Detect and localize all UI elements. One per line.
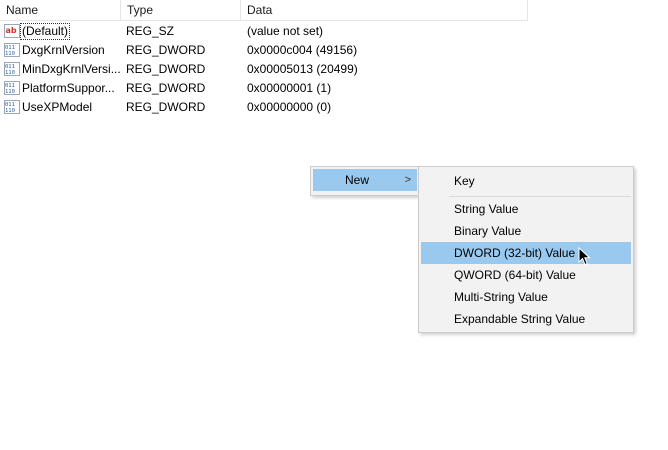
menu-item-key[interactable]: Key — [421, 170, 631, 192]
binary-value-icon: 011 110 — [4, 81, 20, 95]
value-name: PlatformSuppor... — [22, 81, 115, 95]
menu-item-string-value[interactable]: String Value — [421, 198, 631, 220]
value-type: REG_DWORD — [126, 100, 206, 114]
binary-value-icon: 011 110 — [4, 43, 20, 57]
table-row[interactable]: ab (Default) REG_SZ (value not set) — [0, 22, 528, 41]
menu-separator — [449, 196, 631, 197]
value-name: DxgKrnlVersion — [22, 43, 105, 57]
svg-text:110: 110 — [5, 89, 15, 95]
mouse-pointer-icon — [578, 247, 591, 266]
menu-item-multi-string-value[interactable]: Multi-String Value — [421, 286, 631, 308]
registry-values-list: ab (Default) REG_SZ (value not set) 011 … — [0, 22, 528, 117]
value-data: 0x00000001 (1) — [247, 81, 332, 95]
menu-item-binary-value[interactable]: Binary Value — [421, 220, 631, 242]
column-header-type[interactable]: Type — [121, 0, 241, 20]
svg-text:110: 110 — [5, 70, 15, 76]
table-row[interactable]: 011 110 UseXPModel REG_DWORD 0x00000000 … — [0, 98, 528, 117]
string-value-icon: ab — [4, 24, 20, 38]
value-name: MinDxgKrnlVersi... — [22, 62, 120, 76]
chevron-right-icon: > — [404, 174, 411, 186]
value-data: 0x0000c004 (49156) — [247, 43, 358, 57]
value-type: REG_DWORD — [126, 81, 206, 95]
column-header-name[interactable]: Name — [0, 0, 121, 20]
value-type: REG_DWORD — [126, 62, 206, 76]
binary-value-icon: 011 110 — [4, 100, 20, 114]
value-name: UseXPModel — [22, 100, 93, 114]
value-data: 0x00000000 (0) — [247, 100, 332, 114]
table-row[interactable]: 011 110 DxgKrnlVersion REG_DWORD 0x0000c… — [0, 41, 528, 60]
svg-text:ab: ab — [6, 26, 17, 35]
value-data: (value not set) — [247, 24, 324, 38]
column-header-data[interactable]: Data — [241, 0, 528, 20]
context-menu: New > — [310, 166, 420, 196]
menu-item-new[interactable]: New > — [313, 169, 417, 191]
svg-text:110: 110 — [5, 51, 15, 57]
table-row[interactable]: 011 110 PlatformSuppor... REG_DWORD 0x00… — [0, 79, 528, 98]
menu-item-new-label: New — [345, 173, 370, 187]
table-row[interactable]: 011 110 MinDxgKrnlVersi... REG_DWORD 0x0… — [0, 60, 528, 79]
column-header-bar: Name Type Data — [0, 0, 528, 21]
value-type: REG_SZ — [126, 24, 175, 38]
menu-item-qword-value[interactable]: QWORD (64-bit) Value — [421, 264, 631, 286]
menu-item-dword-value[interactable]: DWORD (32-bit) Value — [421, 242, 631, 264]
value-name: (Default) — [20, 23, 71, 40]
menu-item-expandable-string-value[interactable]: Expandable String Value — [421, 308, 631, 330]
binary-value-icon: 011 110 — [4, 62, 20, 76]
value-data: 0x00005013 (20499) — [247, 62, 358, 76]
svg-text:110: 110 — [5, 108, 15, 114]
value-type: REG_DWORD — [126, 43, 206, 57]
new-submenu: Key String Value Binary Value DWORD (32-… — [418, 166, 634, 333]
